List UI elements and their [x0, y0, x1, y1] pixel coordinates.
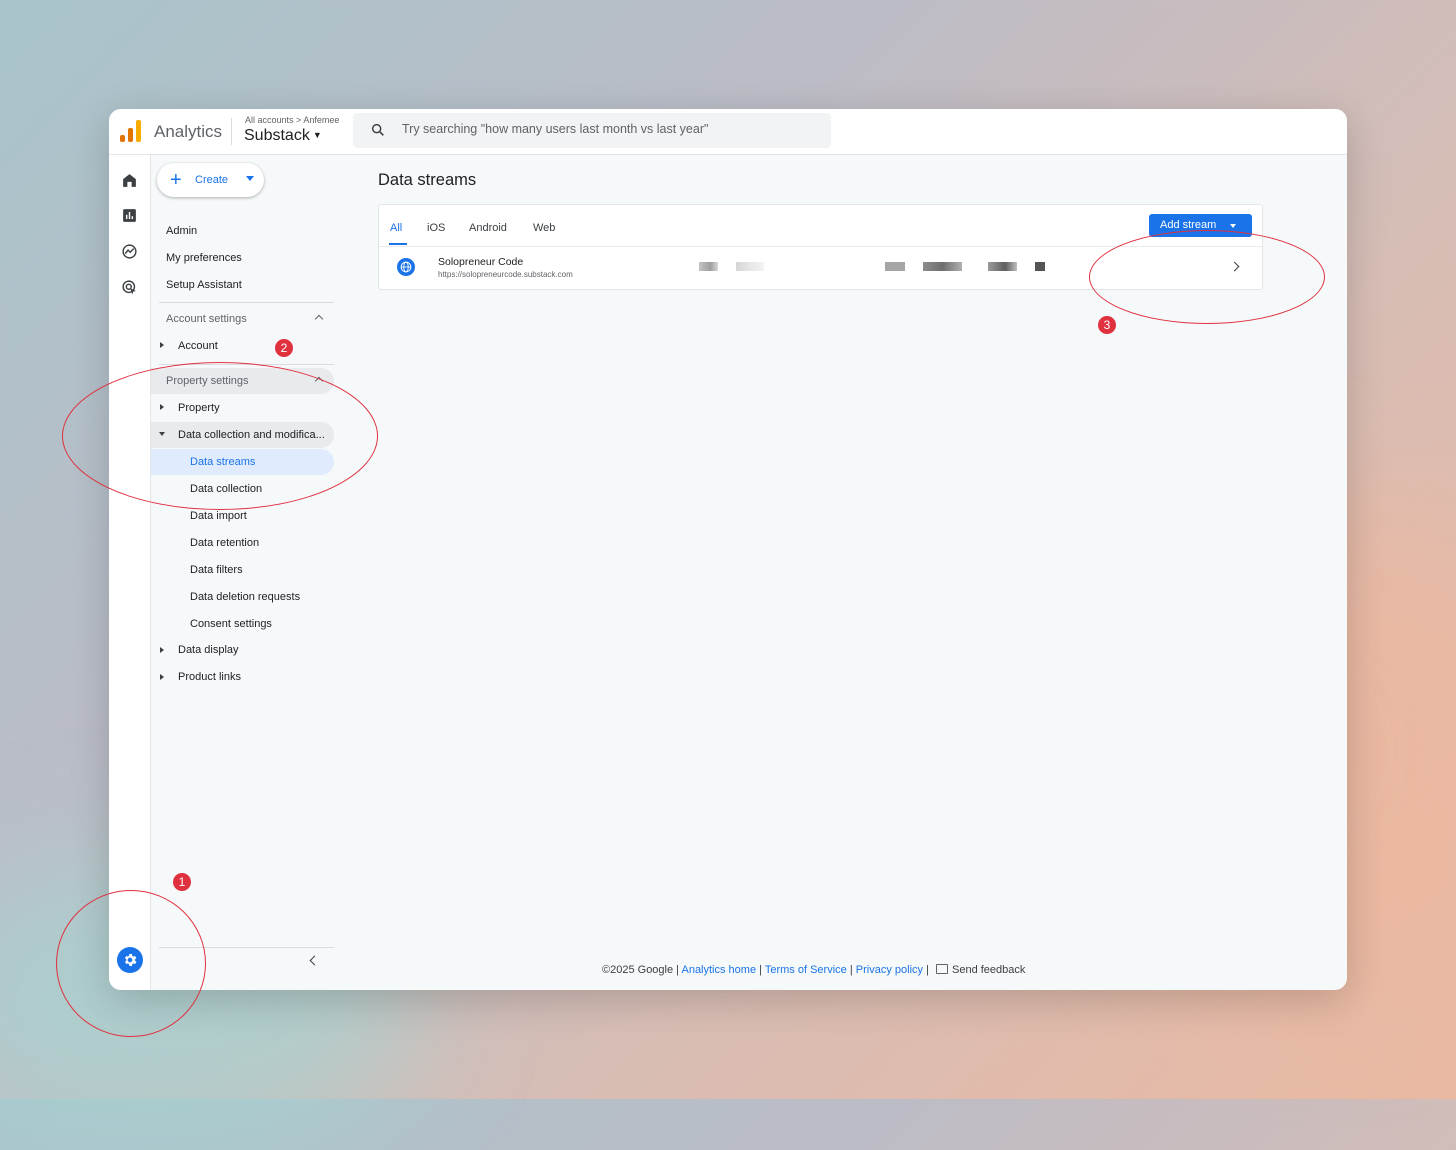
sidebar-item-my-preferences[interactable]: My preferences — [166, 252, 242, 264]
property-name: Substack — [244, 127, 310, 144]
annotation-badge-1: 1 — [173, 873, 191, 891]
stream-url: https://solopreneurcode.substack.com — [438, 270, 573, 279]
analytics-home-link[interactable]: Analytics home — [681, 964, 756, 976]
send-feedback-link[interactable]: Send feedback — [952, 964, 1025, 976]
divider — [231, 118, 232, 145]
account-settings-header[interactable]: Account settings — [166, 313, 247, 325]
redacted-stream-id — [736, 262, 764, 271]
home-icon[interactable] — [121, 172, 138, 189]
globe-icon — [397, 258, 415, 276]
search-input[interactable] — [400, 121, 824, 137]
collapse-sidebar-icon[interactable] — [309, 955, 320, 966]
expand-arrow-icon[interactable] — [160, 674, 164, 680]
privacy-policy-link[interactable]: Privacy policy — [856, 964, 923, 976]
reports-icon[interactable] — [121, 207, 138, 224]
tab-ios[interactable]: iOS — [427, 222, 445, 234]
top-bar: Analytics All accounts > Anfemee Substac… — [109, 109, 1347, 155]
redacted-measurement-id — [885, 262, 905, 271]
sidebar-item-account[interactable]: Account — [178, 340, 218, 352]
terms-of-service-link[interactable]: Terms of Service — [765, 964, 847, 976]
feedback-icon — [936, 964, 948, 974]
annotation-ellipse — [1089, 230, 1325, 324]
breadcrumb[interactable]: All accounts > Anfemee — [245, 115, 339, 125]
app-name: Analytics — [154, 122, 223, 141]
caret-down-icon — [246, 176, 254, 181]
annotation-ellipse — [56, 890, 206, 1037]
search-bar[interactable] — [353, 113, 831, 148]
create-button[interactable]: + Create — [157, 163, 264, 197]
stream-name: Solopreneur Code — [438, 256, 524, 268]
redacted-measurement-id — [923, 262, 962, 271]
sidebar-item-consent-settings[interactable]: Consent settings — [190, 618, 272, 630]
tab-all[interactable]: All — [390, 222, 402, 234]
admin-sidebar: + Create Admin My preferences Setup Assi… — [151, 155, 341, 990]
nav-rail — [109, 155, 151, 990]
copyright: ©2025 Google | — [602, 964, 680, 976]
sidebar-item-setup-assistant[interactable]: Setup Assistant — [166, 279, 242, 291]
annotation-badge-2: 2 — [275, 339, 293, 357]
breadcrumb-all-accounts[interactable]: All accounts — [245, 115, 294, 125]
sidebar-item-data-filters[interactable]: Data filters — [190, 564, 243, 576]
explore-icon[interactable] — [121, 243, 138, 260]
plus-icon: + — [170, 169, 182, 191]
redacted-stream-id — [699, 262, 718, 271]
sidebar-item-data-import[interactable]: Data import — [190, 510, 247, 522]
expand-arrow-icon[interactable] — [160, 647, 164, 653]
property-selector[interactable]: Substack ▼ — [244, 127, 322, 145]
redacted-measurement-id — [988, 262, 1017, 271]
sidebar-item-data-display[interactable]: Data display — [178, 644, 239, 656]
caret-down-icon — [1230, 224, 1236, 228]
sidebar-item-product-links[interactable]: Product links — [178, 671, 241, 683]
sidebar-item-admin[interactable]: Admin — [166, 225, 197, 237]
breadcrumb-account[interactable]: Anfemee — [303, 115, 339, 125]
annotation-badge-3: 3 — [1098, 316, 1116, 334]
caret-down-icon: ▼ — [312, 130, 322, 140]
page-title: Data streams — [378, 171, 477, 189]
analytics-logo-icon[interactable] — [120, 120, 142, 142]
chevron-up-icon[interactable] — [314, 314, 324, 324]
sidebar-item-data-retention[interactable]: Data retention — [190, 537, 259, 549]
advertising-icon[interactable] — [121, 279, 138, 296]
search-icon — [371, 123, 384, 136]
divider — [159, 302, 334, 303]
footer: ©2025 Google | Analytics home | Terms of… — [602, 964, 1026, 976]
redacted-measurement-id — [1035, 262, 1045, 271]
active-tab-indicator — [389, 243, 407, 245]
expand-arrow-icon[interactable] — [160, 342, 164, 348]
tab-web[interactable]: Web — [533, 222, 555, 234]
annotation-ellipse — [62, 362, 378, 510]
create-label: Create — [195, 174, 229, 186]
sidebar-item-data-deletion-requests[interactable]: Data deletion requests — [190, 591, 300, 603]
tab-android[interactable]: Android — [469, 222, 507, 234]
